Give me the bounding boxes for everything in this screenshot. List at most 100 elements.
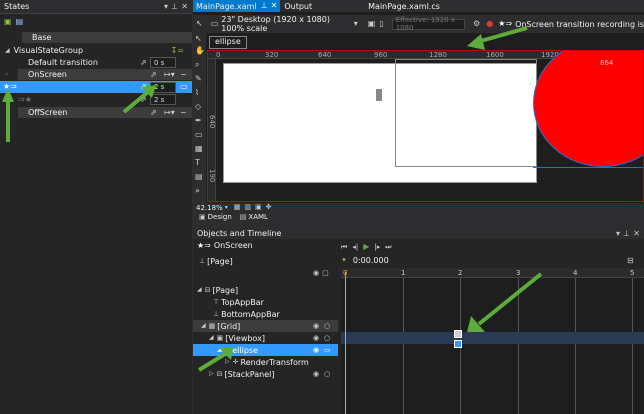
time-tick: 4 xyxy=(573,269,578,277)
annotation-arrow-editor xyxy=(467,26,528,50)
tree-label: TopAppBar xyxy=(221,297,264,307)
lock-icon[interactable]: ▢ xyxy=(322,269,329,277)
brush-tool-icon[interactable]: ⌇ xyxy=(195,89,199,97)
dropdown-icon[interactable]: ▾ xyxy=(164,2,168,11)
add-transition-icon[interactable]: ↦▾ xyxy=(164,70,175,79)
asset-tool-icon[interactable]: ▤ xyxy=(195,173,203,181)
landscape-icon[interactable]: ▣ xyxy=(368,20,376,28)
lock-icon[interactable]: ○ xyxy=(324,370,330,378)
close-icon[interactable]: ✕ xyxy=(271,2,278,10)
base-state-row[interactable]: Base xyxy=(22,32,192,43)
tree-row[interactable]: ⊥ BottomAppBar xyxy=(193,308,338,320)
view-tabs: ▣ Design ▤ XAML xyxy=(193,212,644,222)
keyframe-marker[interactable] xyxy=(454,340,462,348)
time-gridline xyxy=(632,278,633,414)
portrait-icon[interactable]: ▯ xyxy=(379,20,383,28)
pin-icon[interactable]: ⊥ xyxy=(171,2,178,11)
tab-label: MainPage.xaml.cs xyxy=(368,1,440,11)
zoom-level[interactable]: 42.18% xyxy=(196,204,223,212)
add-keyframe-icon[interactable]: ✦ xyxy=(341,256,347,264)
tab-label: MainPage.xaml xyxy=(196,1,257,11)
dropdown-icon[interactable]: ▾ xyxy=(616,229,620,238)
eye-icon[interactable]: ◉ xyxy=(313,346,319,354)
eyedropper-tool-icon[interactable]: ✎ xyxy=(195,75,202,83)
annotation-arrow-tree xyxy=(197,348,233,372)
pan-tool-icon[interactable]: ✋ xyxy=(195,47,205,55)
effects-icon[interactable]: ▣ xyxy=(255,204,262,211)
time-gridline xyxy=(575,278,576,414)
chevron-down-icon[interactable]: ▾ xyxy=(225,204,228,211)
visibility-toggles: ◉ ▢ xyxy=(313,268,338,278)
chevron-down-icon[interactable]: ▾ xyxy=(354,20,358,28)
selection-line xyxy=(533,167,643,168)
tab-xaml[interactable]: XAML xyxy=(248,213,268,221)
timeline-track-area[interactable]: 0 1 2 3 4 5 xyxy=(341,268,644,414)
pan-icon[interactable]: ✥ xyxy=(266,204,272,211)
expand-arrow-icon[interactable]: ◢ xyxy=(209,335,214,341)
tree-row[interactable]: ◢ ▦ [Grid] ◉ ○ xyxy=(193,320,338,332)
rectangle-tool-icon[interactable]: ▭ xyxy=(195,131,203,139)
visual-state-group-label: VisualStateGroup xyxy=(13,46,84,55)
states-panel-title: States xyxy=(4,2,30,11)
first-frame-icon[interactable]: ⏮ xyxy=(341,243,347,251)
add-transition-icon[interactable]: ↦▾ xyxy=(164,108,175,117)
next-frame-icon[interactable]: |▸ xyxy=(374,243,380,251)
pin-icon[interactable]: ⊥ xyxy=(261,2,268,10)
tree-row[interactable]: ⊤ TopAppBar xyxy=(193,296,338,308)
playhead[interactable] xyxy=(345,272,346,414)
ellipse-shape[interactable] xyxy=(533,51,643,167)
lock-icon[interactable]: ○ xyxy=(324,322,330,330)
textblock-tool-icon[interactable]: T xyxy=(195,159,200,167)
add-state-group-icon[interactable]: ▣ xyxy=(4,17,12,26)
tree-row[interactable]: ◢ ▣ [Viewbox] ◉ ○ xyxy=(193,332,338,344)
grid-toggle-icon[interactable]: ▦ xyxy=(234,204,241,211)
tab-mainpage-xaml[interactable]: MainPage.xaml ⊥ ✕ xyxy=(193,0,281,12)
tree-row-page-root[interactable]: ⊥ [Page] xyxy=(193,256,338,266)
pointer-icon[interactable]: ↖ xyxy=(196,20,203,28)
eye-icon[interactable]: ◉ xyxy=(313,334,319,342)
remove-icon[interactable]: − xyxy=(180,70,187,79)
eye-icon[interactable]: ◉ xyxy=(313,322,319,330)
close-icon[interactable]: ✕ xyxy=(181,2,188,11)
eye-icon[interactable]: ◉ xyxy=(313,370,319,378)
tab-output[interactable]: Output xyxy=(280,0,316,12)
expand-arrow-icon[interactable]: ◢ xyxy=(197,287,202,293)
pen-tool-icon[interactable]: ✒ xyxy=(195,117,202,125)
pin-icon[interactable]: ⊥ xyxy=(623,229,630,238)
pointer-tool-icon[interactable]: ↖ xyxy=(195,35,202,43)
time-gridline xyxy=(403,278,404,414)
play-icon[interactable]: ▶ xyxy=(363,243,369,251)
lock-icon[interactable]: ▭ xyxy=(324,346,331,354)
timeline-state-label: OnScreen xyxy=(213,241,253,250)
snap-icon[interactable]: ▥ xyxy=(244,204,251,211)
tool-column: ↖ ✋ ⌕ ✎ ⌇ ◇ ✒ ▭ ▦ T ▤ » xyxy=(193,33,206,203)
current-time[interactable]: 0:00.000 xyxy=(353,256,389,265)
tree-row[interactable]: ◢ ⊟ [Page] xyxy=(193,284,338,296)
effective-size: Effective: 1920 x 1080 xyxy=(391,16,466,32)
last-frame-icon[interactable]: ⏭ xyxy=(385,243,391,251)
close-icon[interactable]: ✕ xyxy=(633,229,640,238)
eraser-tool-icon[interactable]: ◇ xyxy=(195,103,201,111)
snap-timeline-icon[interactable]: ⊟ xyxy=(627,257,634,265)
expand-arrow-icon[interactable]: ◢ xyxy=(201,323,206,329)
element-name-tag: ellipse xyxy=(209,36,247,49)
remove-transition-icon[interactable]: ▭ xyxy=(180,83,188,91)
layout-handle[interactable] xyxy=(376,89,382,101)
tree-label: [Grid] xyxy=(217,321,241,331)
prev-frame-icon[interactable]: ◂| xyxy=(352,243,358,251)
grid-tool-icon[interactable]: ▦ xyxy=(195,145,203,153)
tab-mainpage-xaml-cs[interactable]: MainPage.xaml.cs xyxy=(364,0,444,12)
device-selector[interactable]: 23" Desktop (1920 x 1080) 100% scale xyxy=(221,15,350,33)
show-states-icon[interactable]: ▤ xyxy=(16,17,24,26)
lock-icon[interactable]: ○ xyxy=(324,334,330,342)
remove-icon[interactable]: − xyxy=(180,108,187,117)
visual-state-group-row[interactable]: ◢ VisualStateGroup ↧= xyxy=(0,45,192,56)
add-transition-icon[interactable]: ↧= xyxy=(171,46,184,55)
more-tools-icon[interactable]: » xyxy=(195,187,200,195)
eye-icon[interactable]: ◉ xyxy=(313,269,319,277)
expand-arrow-icon[interactable]: ◢ xyxy=(5,47,10,54)
design-canvas[interactable]: 0 320 640 960 1280 1600 1920 2240 640 19… xyxy=(207,50,644,202)
zoom-tool-icon[interactable]: ⌕ xyxy=(195,61,199,69)
tab-design[interactable]: Design xyxy=(208,213,232,221)
ruler-tick: 640 xyxy=(318,51,332,59)
